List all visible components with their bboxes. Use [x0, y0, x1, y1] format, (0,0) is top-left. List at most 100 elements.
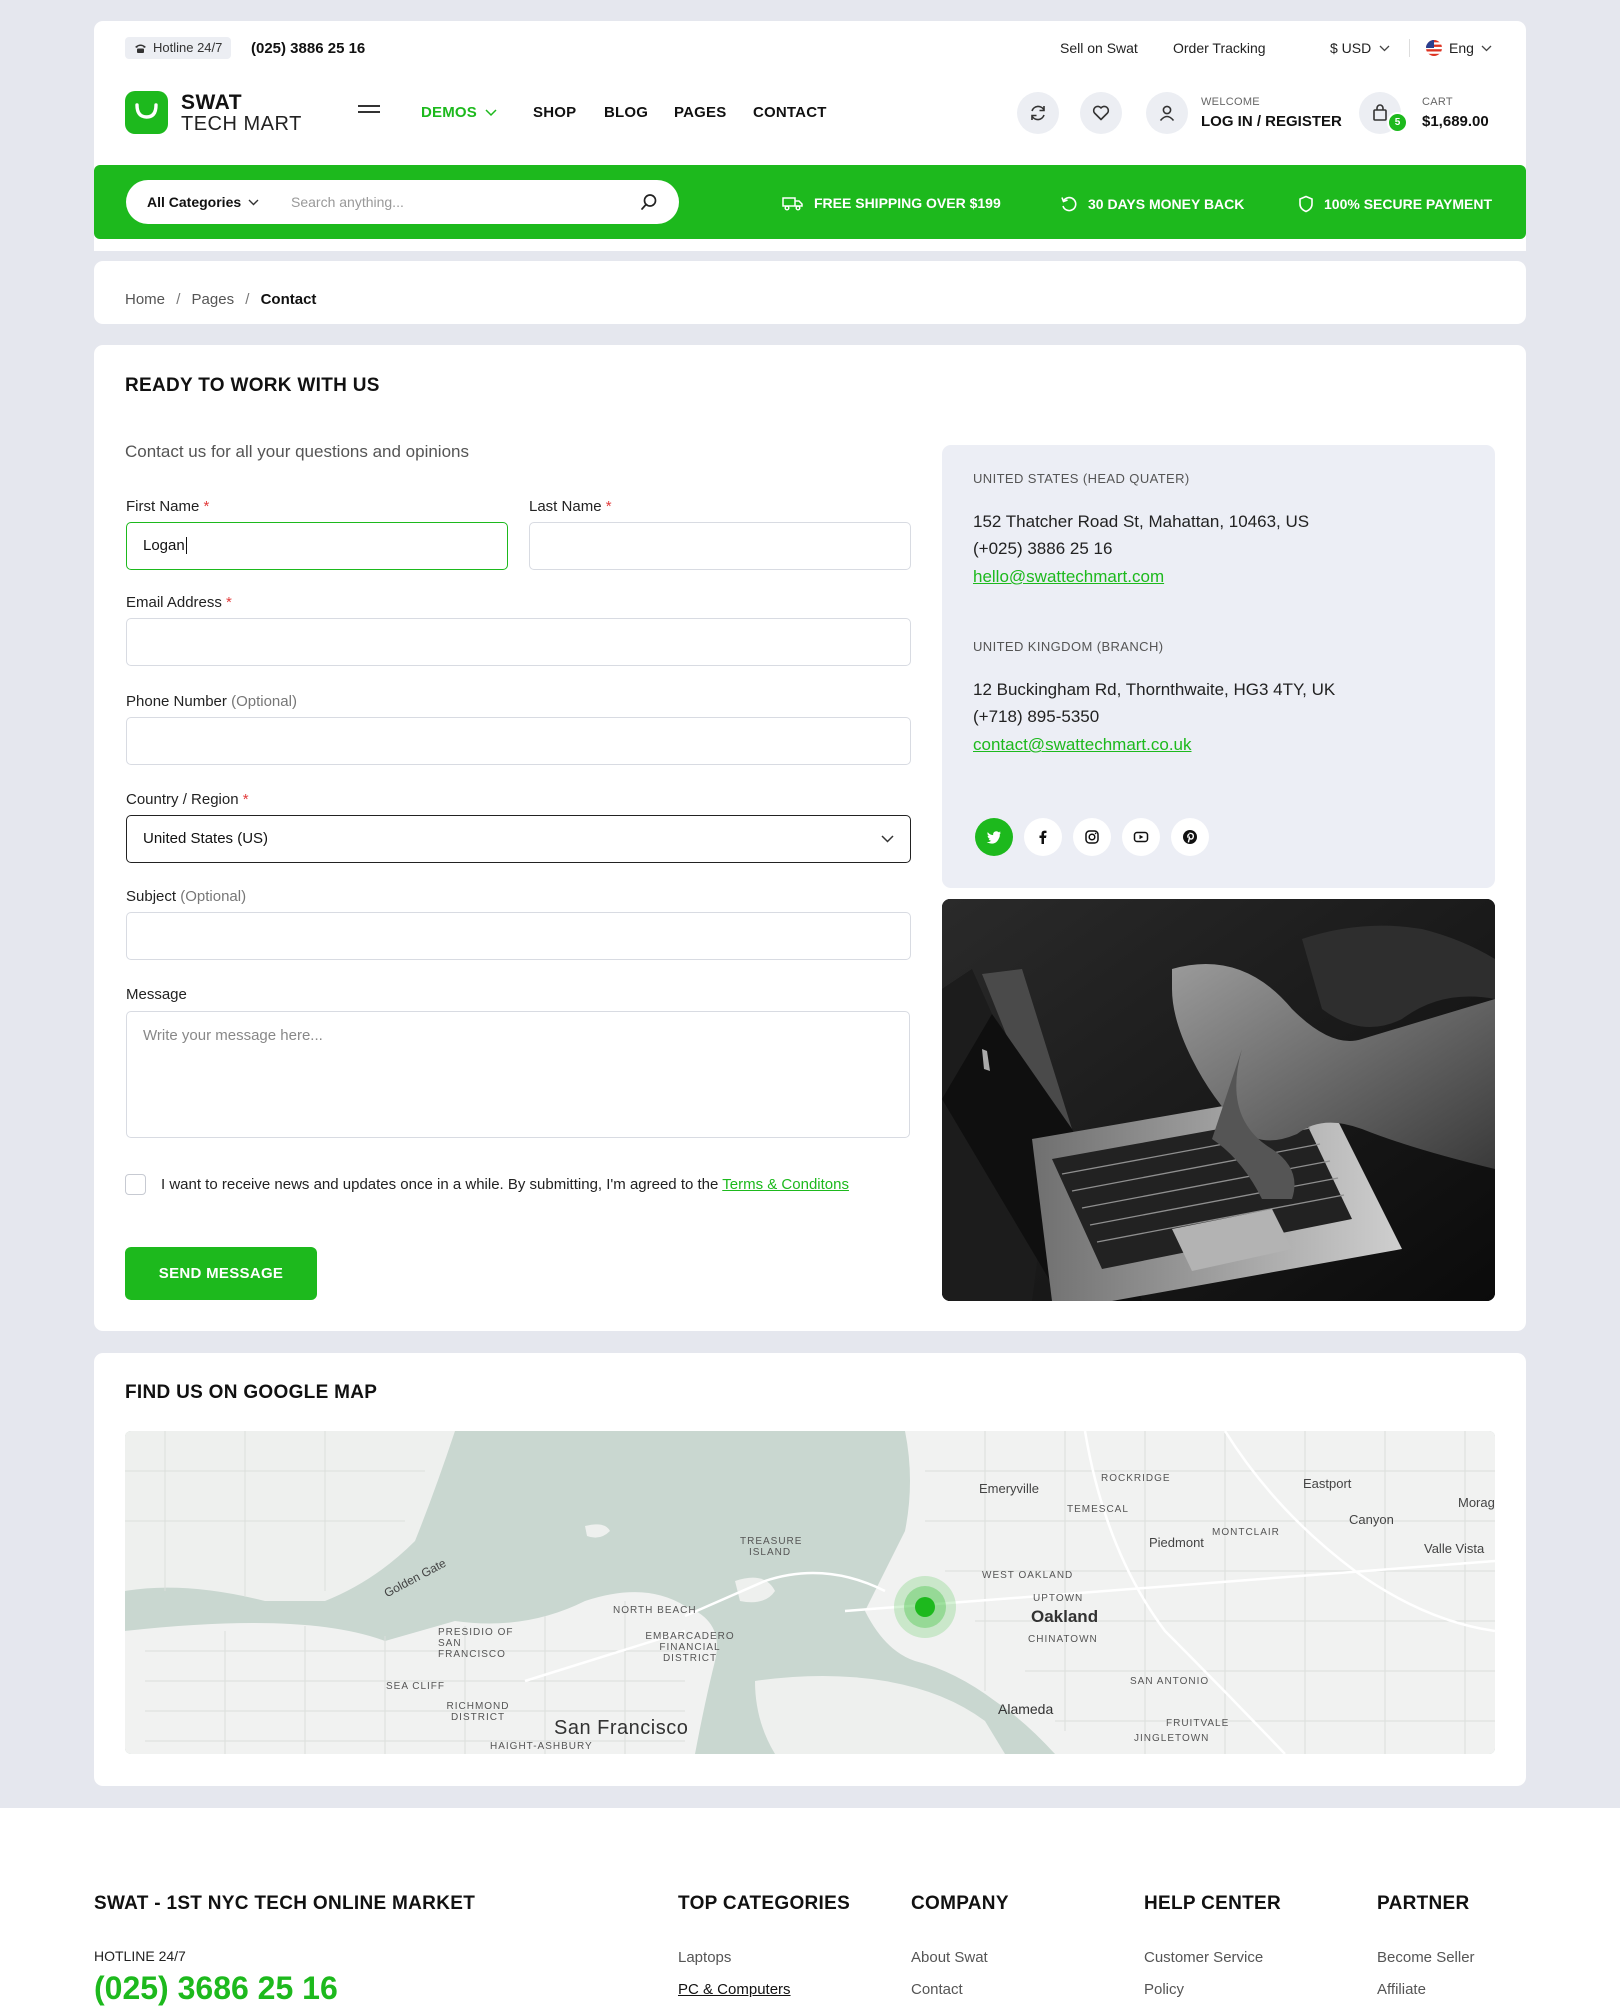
map-label: ROCKRIDGE	[1101, 1473, 1171, 1484]
logo-text-line1[interactable]: SWAT	[181, 91, 242, 115]
google-map[interactable]: Emeryville Eastport Canyon Morag Valle V…	[125, 1431, 1495, 1754]
office-uk-caption: UNITED KINGDOM (BRANCH)	[973, 639, 1164, 654]
hotline-badge: Hotline 24/7	[125, 37, 232, 59]
office-uk-email[interactable]: contact@swattechmart.co.uk	[973, 735, 1192, 755]
office-info-panel: UNITED STATES (HEAD QUATER) 152 Thatcher…	[942, 445, 1495, 888]
footer-link[interactable]: Contact	[911, 1981, 963, 1998]
youtube-icon	[1133, 831, 1149, 843]
map-label: Eastport	[1303, 1476, 1352, 1491]
consent-checkbox[interactable]	[125, 1174, 146, 1195]
map-title: FIND US ON GOOGLE MAP	[125, 1382, 378, 1403]
cart-label: CART	[1422, 96, 1453, 108]
footer-link[interactable]: Affiliate	[1377, 1981, 1426, 1998]
sell-on-swat-link[interactable]: Sell on Swat	[1060, 40, 1138, 56]
chevron-down-icon	[1481, 45, 1492, 51]
compare-button[interactable]	[1017, 92, 1059, 134]
wishlist-button[interactable]	[1080, 92, 1122, 134]
menu-icon[interactable]	[358, 105, 380, 119]
facebook-button[interactable]	[1024, 818, 1062, 856]
nav-demos[interactable]: DEMOS	[421, 104, 497, 121]
phone-field[interactable]	[126, 717, 911, 765]
map-label: Oakland	[1031, 1607, 1099, 1626]
search-box: All Categories Search anything...	[126, 180, 679, 224]
message-textarea[interactable]: Write your message here...	[126, 1011, 910, 1138]
breadcrumb-home[interactable]: Home	[125, 291, 165, 308]
hotline-phone[interactable]: (025) 3886 25 16	[251, 40, 365, 57]
map-label: SAN ANTONIO	[1130, 1676, 1210, 1687]
heart-icon	[1092, 105, 1110, 121]
send-message-button[interactable]: SEND MESSAGE	[125, 1247, 317, 1300]
instagram-button[interactable]	[1073, 818, 1111, 856]
refresh-icon	[1031, 105, 1045, 121]
footer-col-title: HELP CENTER	[1144, 1893, 1282, 1914]
map-label: EMBARCADERO FINANCIAL DISTRICT	[645, 1631, 735, 1664]
account-button[interactable]	[1146, 92, 1188, 134]
category-select[interactable]: All Categories	[147, 194, 259, 210]
instagram-icon	[1085, 830, 1099, 844]
logo-text-line2[interactable]: TECH MART	[181, 113, 302, 136]
laptop-photo	[942, 899, 1495, 1301]
last-name-field[interactable]	[529, 522, 911, 570]
search-input[interactable]: Search anything...	[291, 194, 404, 210]
login-register-link[interactable]: LOG IN / REGISTER	[1201, 113, 1342, 130]
map-label: Morag	[1458, 1495, 1495, 1510]
cart-count-badge: 5	[1387, 112, 1408, 133]
welcome-label: WELCOME	[1201, 96, 1260, 108]
map-label: NORTH BEACH	[613, 1605, 697, 1616]
country-select[interactable]: United States (US)	[126, 815, 911, 863]
language-value: Eng	[1449, 40, 1474, 56]
footer-link[interactable]: About Swat	[911, 1949, 988, 1966]
subject-field[interactable]	[126, 912, 911, 960]
footer-link[interactable]: Laptops	[678, 1949, 731, 1966]
pinterest-icon	[1183, 830, 1197, 844]
user-icon	[1159, 105, 1175, 122]
map-label: RICHMOND DISTRICT	[446, 1701, 510, 1723]
chevron-down-icon	[881, 835, 894, 843]
cart-total[interactable]: $1,689.00	[1422, 113, 1489, 130]
breadcrumb-pages[interactable]: Pages	[192, 291, 235, 308]
logo-icon[interactable]	[125, 91, 168, 134]
language-select[interactable]: Eng	[1426, 40, 1492, 56]
category-value: All Categories	[147, 194, 242, 210]
twitter-button[interactable]	[975, 818, 1013, 856]
us-flag-icon	[1426, 40, 1442, 56]
footer-link[interactable]: Customer Service	[1144, 1949, 1263, 1966]
feature-money-back: 30 DAYS MONEY BACK	[1060, 195, 1244, 213]
footer-link[interactable]: PC & Computers	[678, 1981, 791, 1998]
pinterest-button[interactable]	[1171, 818, 1209, 856]
feature-free-shipping-label: FREE SHIPPING OVER $199	[814, 195, 1001, 211]
feature-free-shipping: FREE SHIPPING OVER $199	[782, 195, 1001, 211]
message-placeholder: Write your message here...	[143, 1027, 323, 1044]
footer-link[interactable]: Policy	[1144, 1981, 1184, 1998]
nav-pages[interactable]: PAGES	[674, 104, 726, 121]
map-label: Alameda	[998, 1701, 1054, 1717]
map-label: SEA CLIFF	[386, 1681, 446, 1692]
currency-select[interactable]: $ USD	[1330, 40, 1390, 56]
office-uk-phone[interactable]: (+718) 895-5350	[973, 707, 1099, 727]
contact-title: READY TO WORK WITH US	[125, 375, 380, 396]
nav-blog[interactable]: BLOG	[604, 104, 648, 121]
footer-hotline-phone[interactable]: (025) 3686 25 16	[94, 1970, 338, 2007]
office-us-email[interactable]: hello@swattechmart.com	[973, 567, 1164, 587]
office-uk-address: 12 Buckingham Rd, Thornthwaite, HG3 4TY,…	[973, 680, 1336, 699]
order-tracking-link[interactable]: Order Tracking	[1173, 40, 1266, 56]
youtube-button[interactable]	[1122, 818, 1160, 856]
terms-link[interactable]: Terms & Conditons	[722, 1176, 849, 1193]
map-label: CHINATOWN	[1028, 1634, 1098, 1645]
map-label: Piedmont	[1149, 1535, 1204, 1550]
map-label: MONTCLAIR	[1212, 1527, 1280, 1538]
twitter-icon	[986, 831, 1001, 844]
map-section: FIND US ON GOOGLE MAP Emeryville Eastpor…	[94, 1353, 1526, 1786]
truck-icon	[782, 197, 803, 211]
footer-link[interactable]: Become Seller	[1377, 1949, 1475, 1966]
nav-shop[interactable]: SHOP	[533, 104, 576, 121]
first-name-field[interactable]: Logan	[126, 522, 508, 570]
nav-contact[interactable]: CONTACT	[753, 104, 827, 121]
email-field[interactable]	[126, 618, 911, 666]
hotline-label: Hotline 24/7	[153, 40, 223, 55]
map-label: PRESIDIO OF SAN FRANCISCO	[438, 1627, 514, 1660]
office-us-phone[interactable]: (+025) 3886 25 16	[973, 539, 1112, 559]
breadcrumb: Home / Pages / Contact	[94, 261, 1526, 324]
office-us-caption: UNITED STATES (HEAD QUATER)	[973, 471, 1190, 486]
search-icon[interactable]	[640, 193, 658, 211]
